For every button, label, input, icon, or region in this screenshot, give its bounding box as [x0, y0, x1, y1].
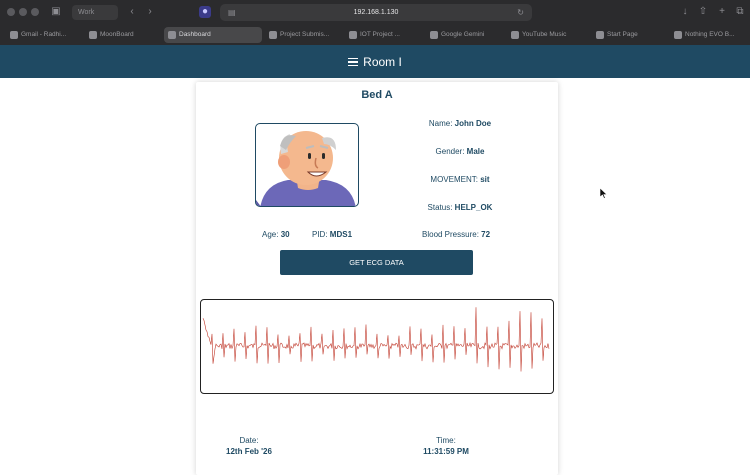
movement-row: MOVEMENT: sit: [410, 175, 510, 184]
document-favicon-icon: [349, 31, 357, 39]
status-label: Status:: [427, 203, 453, 212]
dashboard-favicon-icon: [168, 31, 176, 39]
blood-pressure-row: Blood Pressure: 72: [422, 230, 490, 239]
reload-icon[interactable]: ↻: [517, 4, 524, 21]
tab-dashboard[interactable]: Dashboard: [164, 27, 262, 43]
zoom-window-icon[interactable]: [31, 8, 39, 16]
browser-chrome: ▣ Work ‹ › ● ▤ 192.168.1.130 ↻ ↓ ⇧ + ⧉ G…: [0, 0, 750, 45]
pid-row: PID: MDS1: [312, 230, 352, 239]
tab-label: Dashboard: [179, 31, 211, 38]
tab-bar: Gmail - Radhi... MoonBoard Dashboard Pro…: [0, 25, 750, 45]
get-ecg-data-button[interactable]: GET ECG DATA: [280, 250, 473, 275]
tab-start-page[interactable]: Start Page: [592, 27, 672, 43]
share-icon[interactable]: ⇧: [697, 6, 709, 18]
date-value: 12th Feb '26: [226, 447, 272, 456]
status-value: HELP_OK: [454, 203, 493, 212]
document-favicon-icon: [269, 31, 277, 39]
age-value: 30: [280, 230, 290, 239]
gmail-favicon-icon: [10, 31, 18, 39]
tab-label: Gmail - Radhi...: [21, 31, 67, 38]
patient-card: Bed A Name: John Doe Gender: Male MOVEME…: [196, 82, 558, 475]
tab-iot-project[interactable]: IOT Project ...: [345, 27, 425, 43]
close-window-icon[interactable]: [7, 8, 15, 16]
youtube-music-favicon-icon: [511, 31, 519, 39]
tab-label: MoonBoard: [100, 31, 134, 38]
extension-icon[interactable]: ●: [199, 6, 211, 18]
forward-icon[interactable]: ›: [144, 6, 156, 18]
pid-label: PID:: [312, 230, 328, 239]
patient-avatar: [255, 123, 359, 207]
age-label: Age:: [262, 230, 279, 239]
profile-label: Work: [78, 9, 95, 16]
status-row: Status: HELP_OK: [410, 203, 510, 212]
tab-nothing[interactable]: Nothing EVO B...: [670, 27, 748, 43]
new-tab-icon[interactable]: +: [716, 6, 728, 18]
time-label: Time:: [436, 436, 456, 445]
ecg-plot: [200, 299, 554, 394]
elderly-man-illustration: [256, 131, 356, 206]
address-bar[interactable]: ▤ 192.168.1.130 ↻: [220, 4, 532, 21]
profile-switcher[interactable]: Work: [72, 5, 118, 20]
download-icon[interactable]: ↓: [679, 6, 691, 18]
name-value: John Doe: [454, 119, 492, 128]
date-block: Date: 12th Feb '26: [189, 435, 309, 457]
blood-pressure-value: 72: [481, 230, 491, 239]
tab-label: IOT Project ...: [360, 31, 400, 38]
pid-value: MDS1: [329, 230, 353, 239]
time-block: Time: 11:31:59 PM: [386, 435, 506, 457]
tab-gmail[interactable]: Gmail - Radhi...: [6, 27, 84, 43]
tab-google-gemini[interactable]: Google Gemini: [426, 27, 506, 43]
tab-youtube-music[interactable]: YouTube Music: [507, 27, 587, 43]
room-title[interactable]: Room I: [0, 45, 750, 78]
app-header: Room I: [0, 45, 750, 78]
moonboard-favicon-icon: [89, 31, 97, 39]
tab-project-submission[interactable]: Project Submis...: [265, 27, 345, 43]
nothing-favicon-icon: [674, 31, 682, 39]
tab-label: Google Gemini: [441, 31, 485, 38]
tab-label: Project Submis...: [280, 31, 330, 38]
age-row: Age: 30: [262, 230, 290, 239]
blood-pressure-label: Blood Pressure:: [422, 230, 479, 239]
tab-moonboard[interactable]: MoonBoard: [85, 27, 163, 43]
back-icon[interactable]: ‹: [126, 6, 138, 18]
tab-label: Start Page: [607, 31, 638, 38]
time-value: 11:31:59 PM: [423, 447, 469, 456]
name-label: Name:: [428, 119, 453, 128]
gender-value: Male: [466, 147, 485, 156]
ecg-trace-svg: [202, 307, 550, 372]
bed-title: Bed A: [361, 89, 393, 101]
gender-label: Gender:: [435, 147, 465, 156]
tab-label: YouTube Music: [522, 31, 567, 38]
name-row: Name: John Doe: [410, 119, 510, 128]
tab-label: Nothing EVO B...: [685, 31, 735, 38]
date-label: Date:: [239, 436, 259, 445]
minimize-window-icon[interactable]: [19, 8, 27, 16]
ecg-trace: [202, 307, 550, 372]
gender-row: Gender: Male: [410, 147, 510, 156]
sidebar-icon[interactable]: ▣: [50, 6, 62, 18]
menu-icon[interactable]: [348, 58, 359, 66]
room-title-text: Room I: [363, 55, 402, 69]
browser-toolbar: ▣ Work ‹ › ● ▤ 192.168.1.130 ↻ ↓ ⇧ + ⧉: [0, 0, 750, 25]
star-favicon-icon: [596, 31, 604, 39]
url-text: 192.168.1.130: [353, 9, 399, 16]
tab-overview-icon[interactable]: ⧉: [734, 6, 746, 18]
movement-label: MOVEMENT:: [430, 175, 478, 184]
gemini-favicon-icon: [430, 31, 438, 39]
movement-value: sit: [480, 175, 490, 184]
mouse-pointer-icon: [600, 188, 608, 199]
